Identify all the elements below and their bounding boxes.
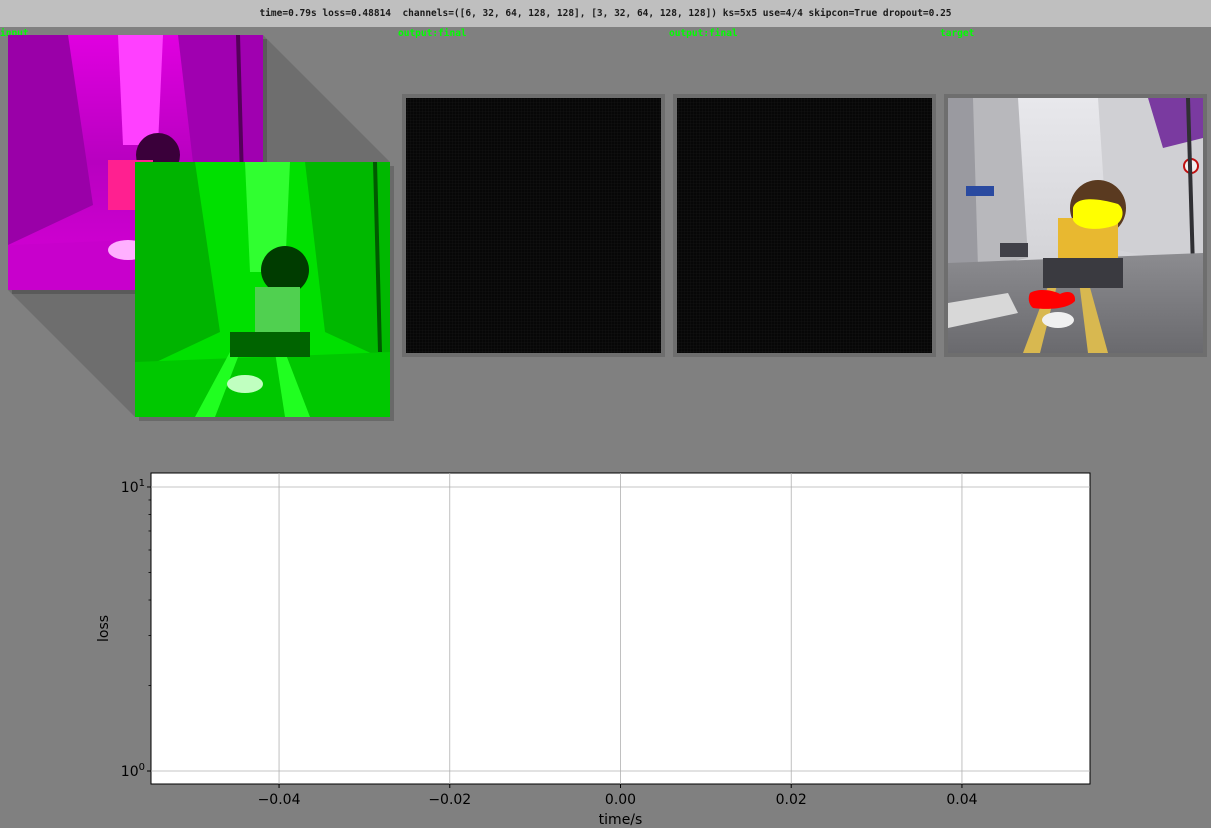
target-image (948, 98, 1203, 353)
y-tick-label: 101 (121, 478, 145, 496)
output-label-1: output:final (398, 28, 467, 39)
loss-chart: −0.04 −0.02 0.00 0.02 0.04 101 100 time/s loss (96, 472, 1091, 828)
target-label: target (940, 28, 975, 39)
output-1-image (406, 98, 661, 353)
y-tick-label: 100 (121, 762, 145, 780)
x-tick-label: −0.04 (258, 792, 301, 808)
x-tick-label: 0.04 (946, 792, 977, 808)
output-2-image (677, 98, 932, 353)
output-label-2: output:final (669, 28, 738, 39)
y-axis-label: loss (96, 615, 112, 642)
x-axis-label: time/s (599, 812, 643, 828)
x-tick-label: 0.00 (605, 792, 636, 808)
input-green-image (135, 162, 390, 417)
x-tick-label: 0.02 (776, 792, 807, 808)
x-tick-label: −0.02 (428, 792, 471, 808)
